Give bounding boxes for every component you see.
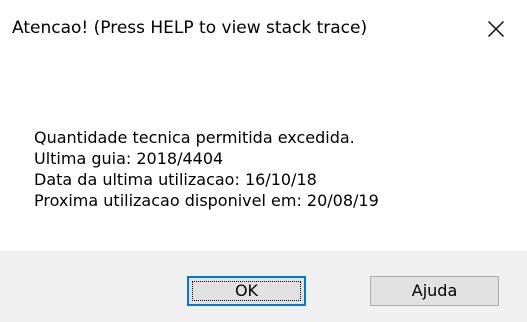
close-icon (488, 21, 504, 37)
dialog-button-bar: OK Ajuda (0, 251, 527, 322)
ok-button[interactable]: OK (187, 276, 306, 306)
help-button-label: Ajuda (411, 281, 458, 300)
message-line-3: Data da ultima utilizacao: 16/10/18 (34, 170, 317, 189)
message-line-2: Ultima guia: 2018/4404 (34, 149, 224, 168)
dialog-titlebar: Atencao! (Press HELP to view stack trace… (0, 0, 527, 58)
dialog-title: Atencao! (Press HELP to view stack trace… (12, 18, 368, 38)
message-line-4: Proxima utilizacao disponivel em: 20/08/… (34, 191, 379, 210)
ok-button-label: OK (234, 281, 259, 300)
close-button[interactable] (465, 0, 527, 58)
help-button[interactable]: Ajuda (370, 276, 499, 306)
message-dialog: Atencao! (Press HELP to view stack trace… (0, 0, 527, 322)
message-line-1: Quantidade tecnica permitida excedida. (34, 128, 355, 147)
dialog-message: Quantidade tecnica permitida excedida. U… (34, 127, 504, 211)
